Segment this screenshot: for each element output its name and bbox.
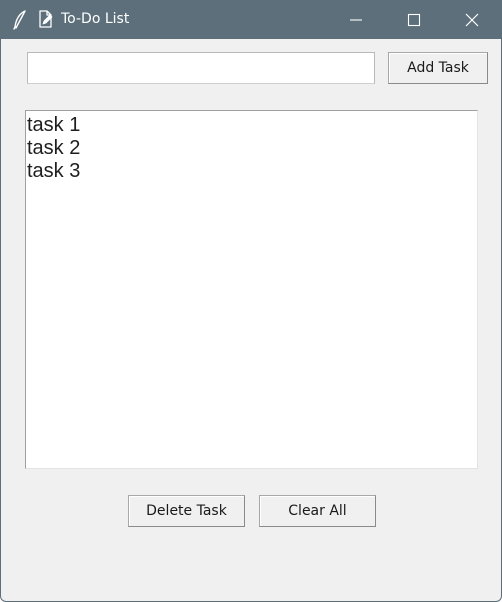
task-listbox[interactable]: task 1 task 2 task 3: [25, 110, 478, 469]
maximize-button[interactable]: [385, 0, 443, 39]
close-button[interactable]: [443, 0, 501, 39]
minimize-icon: [350, 19, 362, 21]
minimize-button[interactable]: [327, 0, 385, 39]
title-bar[interactable]: To-Do List: [1, 0, 501, 39]
list-item[interactable]: task 3: [26, 160, 477, 183]
window-title: To-Do List: [61, 11, 130, 27]
feather-icon: [13, 10, 26, 30]
clear-all-button[interactable]: Clear All: [259, 495, 376, 527]
list-item[interactable]: task 1: [26, 114, 477, 137]
edit-document-icon: [39, 10, 53, 28]
task-input[interactable]: [27, 52, 375, 84]
list-item[interactable]: task 2: [26, 137, 477, 160]
close-icon: [465, 13, 479, 27]
add-task-button[interactable]: Add Task: [388, 52, 488, 84]
delete-task-button[interactable]: Delete Task: [128, 495, 245, 527]
app-window: To-Do List Add Task task 1 task 2 task 3…: [0, 0, 502, 602]
maximize-icon: [407, 13, 421, 27]
